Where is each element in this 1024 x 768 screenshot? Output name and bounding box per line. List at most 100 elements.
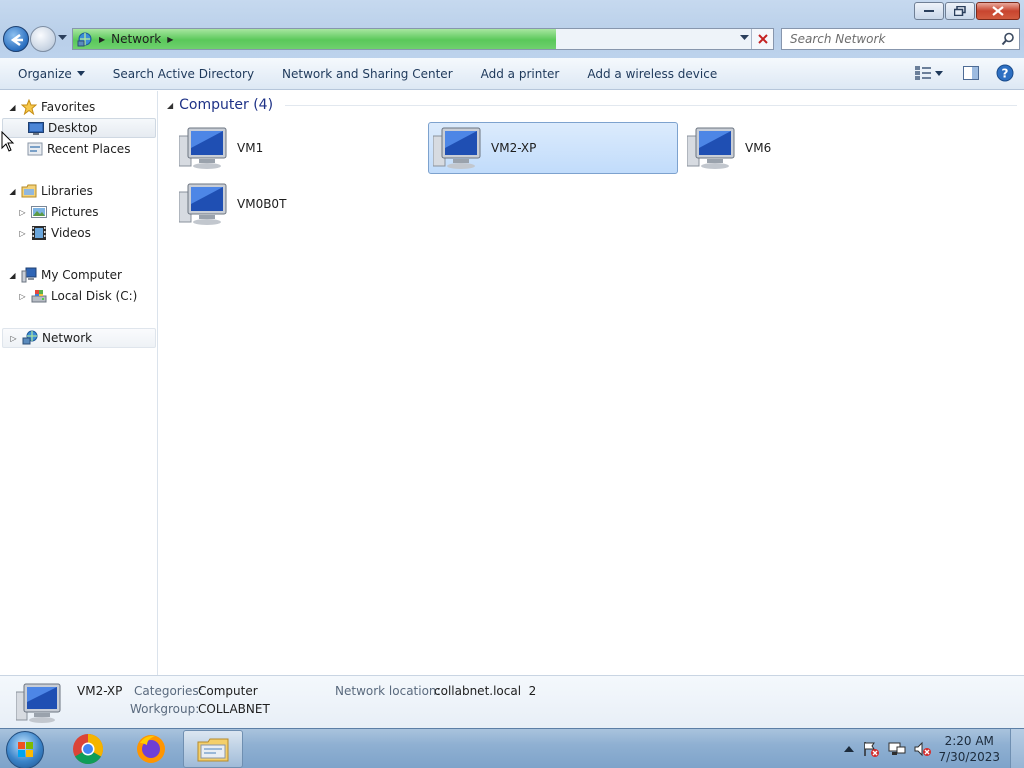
action-center-icon[interactable] [862, 741, 880, 757]
chevron-down-icon [76, 71, 85, 76]
close-icon [992, 6, 1004, 16]
tree-favorites[interactable]: ◢ Favorites [8, 97, 95, 117]
help-icon: ? [996, 64, 1014, 82]
disk-icon [31, 288, 47, 304]
search-active-directory-label: Search Active Directory [112, 66, 255, 81]
recent-pages-dropdown-icon[interactable] [58, 35, 67, 41]
add-printer-button[interactable]: Add a printer [467, 67, 574, 81]
collapsed-arrow-icon[interactable]: ▷ [9, 334, 18, 343]
tree-pictures-label: Pictures [51, 205, 99, 219]
tree-recent-places-label: Recent Places [47, 142, 131, 156]
tree-favorites-label: Favorites [41, 100, 96, 114]
close-button[interactable] [976, 2, 1020, 20]
minimize-button[interactable] [914, 2, 944, 20]
restore-button[interactable] [945, 2, 975, 20]
workgroup-label: Workgroup: [130, 702, 200, 716]
categories-value: Computer [198, 684, 258, 698]
change-view-icon [915, 66, 931, 80]
navigation-pane: ◢ Favorites Desktop Recent Places ◢ Libr… [0, 91, 158, 675]
taskbar-explorer[interactable] [183, 730, 243, 768]
help-button[interactable]: ? [994, 63, 1016, 83]
tree-network[interactable]: ▷ Network [2, 328, 156, 348]
group-divider [285, 104, 1017, 106]
expanded-arrow-icon[interactable]: ◢ [8, 187, 17, 196]
group-collapse-icon[interactable]: ◢ [167, 101, 173, 110]
tree-local-disk[interactable]: ▷ Local Disk (C:) [18, 286, 137, 306]
computer-tile-vm1[interactable]: VM1 [175, 122, 425, 174]
collapsed-arrow-icon[interactable]: ▷ [18, 229, 27, 238]
tree-network-label: Network [42, 331, 93, 345]
categories-label: Categories: [134, 684, 203, 698]
search-active-directory-button[interactable]: Search Active Directory [99, 67, 268, 81]
group-header-computer[interactable]: ◢ Computer (4) [167, 97, 1017, 113]
breadcrumb-network[interactable]: Network [111, 32, 161, 46]
network-status-icon[interactable] [888, 741, 906, 757]
collapsed-arrow-icon[interactable]: ▷ [18, 292, 27, 301]
add-printer-label: Add a printer [480, 66, 560, 81]
network-icon [77, 31, 93, 47]
change-view-button[interactable] [910, 63, 948, 83]
details-name: VM2-XP [77, 684, 123, 698]
start-button[interactable] [6, 731, 44, 768]
computer-name: VM6 [745, 141, 772, 155]
search-icon[interactable] [997, 32, 1019, 46]
window-chrome: ▶ Network ▶ Search Network [0, 0, 1024, 58]
taskbar-chrome[interactable] [58, 730, 118, 768]
tree-libraries-label: Libraries [41, 184, 93, 198]
expanded-arrow-icon[interactable]: ◢ [8, 271, 17, 280]
tree-libraries[interactable]: ◢ Libraries [8, 181, 93, 201]
computer-tile-vm6[interactable]: VM6 [683, 122, 933, 174]
show-desktop-button[interactable] [1010, 729, 1024, 768]
network-sharing-center-button[interactable]: Network and Sharing Center [268, 67, 467, 81]
preview-pane-icon [963, 66, 979, 80]
network-location-value: collabnet.local 2 [434, 684, 537, 698]
tree-recent-places[interactable]: Recent Places [27, 139, 130, 159]
chrome-icon [73, 734, 104, 765]
back-arrow-icon [10, 33, 23, 47]
computer-tile-vm0b0t[interactable]: VM0B0T [175, 178, 425, 230]
computer-icon [179, 183, 227, 225]
clock[interactable]: 2:20 AM 7/30/2023 [938, 733, 1000, 765]
forward-button[interactable] [30, 26, 56, 52]
expanded-arrow-icon[interactable]: ◢ [8, 103, 17, 112]
details-pane: VM2-XP Categories: Computer Workgroup: C… [0, 675, 1024, 728]
computer-tile-vm2-xp[interactable]: VM2-XP [428, 122, 678, 174]
clock-date: 7/30/2023 [938, 750, 1000, 764]
videos-icon [31, 225, 47, 241]
tree-local-disk-label: Local Disk (C:) [51, 289, 138, 303]
tree-my-computer-label: My Computer [41, 268, 122, 282]
explorer-icon [197, 738, 229, 762]
organize-label: Organize [18, 66, 72, 81]
tree-desktop-label: Desktop [48, 121, 98, 135]
address-dropdown-icon[interactable] [740, 35, 749, 41]
content-area: ◢ Computer (4) VM1 VM2-XP VM6 VM0B0T [159, 91, 1024, 675]
restore-icon [954, 6, 966, 16]
breadcrumb-chevron-icon[interactable]: ▶ [167, 35, 173, 44]
network-sharing-center-label: Network and Sharing Center [282, 66, 453, 81]
recent-places-icon [27, 141, 43, 157]
tree-videos[interactable]: ▷ Videos [18, 223, 91, 243]
computer-icon [16, 683, 61, 723]
address-bar[interactable]: ▶ Network ▶ [72, 28, 774, 50]
computer-icon [179, 127, 227, 169]
breadcrumb-chevron-icon[interactable]: ▶ [99, 35, 105, 44]
tree-pictures[interactable]: ▷ Pictures [18, 202, 99, 222]
taskbar-firefox[interactable] [121, 730, 181, 768]
chevron-down-icon [935, 70, 943, 76]
show-hidden-icons-icon[interactable] [844, 745, 854, 753]
back-button[interactable] [3, 26, 29, 52]
search-box[interactable]: Search Network [781, 28, 1020, 50]
minimize-icon [924, 10, 934, 12]
stop-button[interactable] [751, 29, 773, 49]
search-input[interactable]: Search Network [790, 32, 997, 46]
organize-button[interactable]: Organize [0, 67, 99, 81]
add-wireless-device-button[interactable]: Add a wireless device [573, 67, 731, 81]
stop-icon [757, 34, 768, 44]
system-tray [844, 741, 932, 757]
tree-my-computer[interactable]: ◢ My Computer [8, 265, 122, 285]
computer-icon [433, 127, 481, 169]
preview-pane-button[interactable] [960, 63, 982, 83]
tree-desktop[interactable]: Desktop [2, 118, 156, 138]
collapsed-arrow-icon[interactable]: ▷ [18, 208, 27, 217]
volume-muted-icon[interactable] [914, 741, 932, 757]
